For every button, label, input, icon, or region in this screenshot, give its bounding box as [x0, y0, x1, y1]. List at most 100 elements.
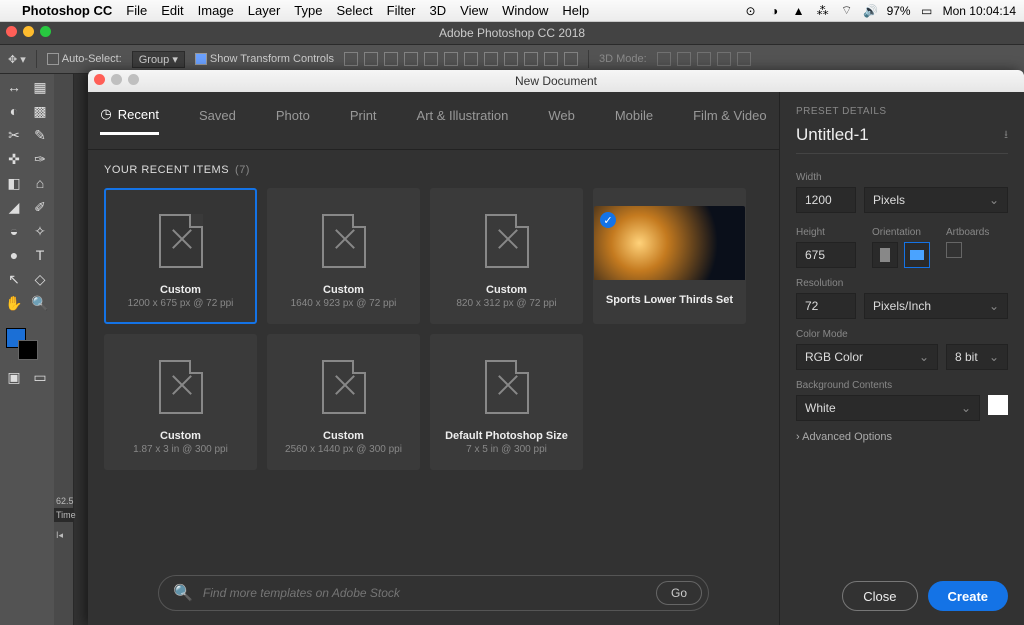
- preset-card[interactable]: Default Photoshop Size7 x 5 in @ 300 ppi: [430, 334, 583, 470]
- color-swatches[interactable]: [2, 324, 50, 364]
- align-icon[interactable]: [424, 52, 438, 66]
- height-input[interactable]: 675: [796, 242, 856, 268]
- tool-pen[interactable]: ●: [2, 244, 26, 266]
- align-icon[interactable]: [544, 52, 558, 66]
- status-icon[interactable]: ◑: [767, 4, 783, 18]
- preset-card[interactable]: ✓Sports Lower Thirds Set: [593, 188, 746, 324]
- menu-type[interactable]: Type: [294, 3, 322, 18]
- menu-layer[interactable]: Layer: [248, 3, 281, 18]
- align-icon[interactable]: [404, 52, 418, 66]
- tool-history-brush[interactable]: ⌂: [28, 172, 52, 194]
- tool-lasso[interactable]: ◐: [2, 100, 26, 122]
- tool-brush[interactable]: ✑: [28, 148, 52, 170]
- dialog-close-icon[interactable]: [94, 74, 105, 85]
- 3d-icon[interactable]: [717, 52, 731, 66]
- tab-photo[interactable]: Photo: [276, 106, 310, 135]
- menu-3d[interactable]: 3D: [430, 3, 447, 18]
- 3d-icon[interactable]: [677, 52, 691, 66]
- align-icon[interactable]: [364, 52, 378, 66]
- bgcontents-dropdown[interactable]: White⌄: [796, 395, 980, 421]
- tool-healing[interactable]: ✜: [2, 148, 26, 170]
- tool-move[interactable]: ↔: [2, 76, 26, 98]
- colormode-dropdown[interactable]: RGB Color⌄: [796, 344, 938, 370]
- width-input[interactable]: 1200: [796, 187, 856, 213]
- preset-card[interactable]: Custom1640 x 923 px @ 72 ppi: [267, 188, 420, 324]
- resolution-input[interactable]: 72: [796, 293, 856, 319]
- colordepth-dropdown[interactable]: 8 bit⌄: [946, 344, 1008, 370]
- 3d-icon[interactable]: [697, 52, 711, 66]
- align-icon[interactable]: [384, 52, 398, 66]
- align-icon[interactable]: [444, 52, 458, 66]
- stock-search-input[interactable]: [203, 586, 646, 600]
- tool-quick-select[interactable]: ▩: [28, 100, 52, 122]
- status-icon[interactable]: ▲: [791, 4, 807, 18]
- align-icon[interactable]: [564, 52, 578, 66]
- align-icon[interactable]: [504, 52, 518, 66]
- battery-icon[interactable]: ▭: [919, 4, 935, 18]
- close-button[interactable]: Close: [842, 581, 917, 611]
- align-icon[interactable]: [464, 52, 478, 66]
- align-icon[interactable]: [344, 52, 358, 66]
- artboards-checkbox[interactable]: [946, 242, 962, 258]
- tool-screenmode[interactable]: ▭: [28, 366, 52, 388]
- window-zoom-icon[interactable]: [40, 26, 51, 37]
- tool-quickmask[interactable]: ▣: [2, 366, 26, 388]
- menu-window[interactable]: Window: [502, 3, 548, 18]
- tool-crop[interactable]: ✂: [2, 124, 26, 146]
- tab-web[interactable]: Web: [548, 106, 575, 135]
- tool-marquee[interactable]: ▦: [28, 76, 52, 98]
- save-preset-icon[interactable]: ⭳: [1004, 126, 1008, 145]
- dialog-titlebar[interactable]: New Document: [88, 70, 1024, 92]
- tab-print[interactable]: Print: [350, 106, 377, 135]
- status-icon[interactable]: ⊙: [743, 4, 759, 18]
- move-tool-icon[interactable]: ✥ ▾: [8, 53, 26, 66]
- tab-art[interactable]: Art & Illustration: [417, 106, 509, 135]
- tool-stamp[interactable]: ◧: [2, 172, 26, 194]
- tab-saved[interactable]: Saved: [199, 106, 236, 135]
- preset-card[interactable]: Custom1.87 x 3 in @ 300 ppi: [104, 334, 257, 470]
- advanced-options-toggle[interactable]: Advanced Options: [796, 431, 1008, 443]
- orientation-portrait[interactable]: [872, 242, 898, 268]
- window-close-icon[interactable]: [6, 26, 17, 37]
- stock-go-button[interactable]: Go: [656, 581, 702, 605]
- resolution-unit-dropdown[interactable]: Pixels/Inch⌄: [864, 293, 1008, 319]
- tool-type[interactable]: T: [28, 244, 52, 266]
- show-transform-checkbox[interactable]: Show Transform Controls: [195, 53, 334, 65]
- tool-eraser[interactable]: ◢: [2, 196, 26, 218]
- tool-gradient[interactable]: ✐: [28, 196, 52, 218]
- clock[interactable]: Mon 10:04:14: [943, 4, 1016, 18]
- menu-help[interactable]: Help: [562, 3, 589, 18]
- menu-view[interactable]: View: [460, 3, 488, 18]
- tool-shape[interactable]: ◇: [28, 268, 52, 290]
- tool-dodge[interactable]: ✧: [28, 220, 52, 242]
- menu-filter[interactable]: Filter: [387, 3, 416, 18]
- bluetooth-icon[interactable]: ⁂: [815, 4, 831, 18]
- auto-select-checkbox[interactable]: Auto-Select:: [47, 53, 122, 65]
- preset-card[interactable]: Custom2560 x 1440 px @ 300 ppi: [267, 334, 420, 470]
- volume-icon[interactable]: 🔊: [863, 4, 879, 18]
- tab-film[interactable]: Film & Video: [693, 106, 766, 135]
- menu-file[interactable]: File: [126, 3, 147, 18]
- tab-mobile[interactable]: Mobile: [615, 106, 653, 135]
- tab-recent[interactable]: ◷ Recent: [100, 106, 159, 135]
- 3d-icon[interactable]: [737, 52, 751, 66]
- orientation-landscape[interactable]: [904, 242, 930, 268]
- tool-eyedropper[interactable]: ✎: [28, 124, 52, 146]
- background-swatch[interactable]: [18, 340, 38, 360]
- menu-edit[interactable]: Edit: [161, 3, 183, 18]
- bg-swatch[interactable]: [988, 395, 1008, 415]
- wifi-icon[interactable]: ⌔: [839, 3, 855, 18]
- tool-path[interactable]: ↖: [2, 268, 26, 290]
- preset-card[interactable]: Custom820 x 312 px @ 72 ppi: [430, 188, 583, 324]
- tool-hand[interactable]: ✋: [2, 292, 26, 314]
- menu-image[interactable]: Image: [198, 3, 234, 18]
- tool-zoom[interactable]: 🔍: [28, 292, 52, 314]
- create-button[interactable]: Create: [928, 581, 1008, 611]
- align-icon[interactable]: [484, 52, 498, 66]
- width-unit-dropdown[interactable]: Pixels⌄: [864, 187, 1008, 213]
- align-icon[interactable]: [524, 52, 538, 66]
- document-name-input[interactable]: Untitled-1: [796, 125, 869, 145]
- auto-select-dropdown[interactable]: Group ▾: [132, 51, 185, 68]
- 3d-icon[interactable]: [657, 52, 671, 66]
- menu-select[interactable]: Select: [336, 3, 372, 18]
